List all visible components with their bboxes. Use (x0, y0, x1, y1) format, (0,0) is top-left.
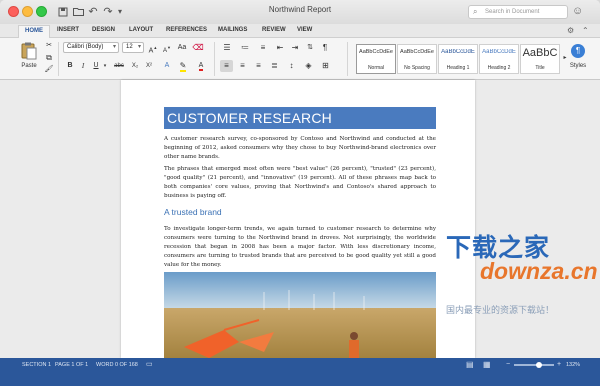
style-label: Heading 2 (487, 65, 511, 71)
search-placeholder: Search in Document (485, 9, 540, 15)
text-effects-icon[interactable]: A (160, 60, 174, 72)
tab-insert[interactable]: INSERT (57, 27, 79, 33)
borders-icon[interactable]: ⊞ (319, 60, 332, 72)
settings-gear-icon[interactable]: ⚙ (567, 26, 574, 35)
word-window: ↶ ↷ ▾ Northwind Report ⌕ Search in Docum… (0, 0, 600, 386)
underline-dropdown-icon[interactable]: ▾ (101, 60, 109, 72)
subscript-icon[interactable]: X₂ (129, 60, 141, 72)
tab-review[interactable]: REVIEW (262, 27, 286, 33)
font-name-select[interactable]: Calibri (Body) (63, 42, 119, 53)
section-indicator[interactable]: SECTION 1 (22, 358, 51, 372)
style-heading-2[interactable]: AaBbCcDdE Heading 2 (479, 44, 519, 74)
tab-view[interactable]: VIEW (297, 27, 312, 33)
tab-home[interactable]: HOME (18, 25, 50, 39)
paragraph-3[interactable]: To investigate longer-term trends, we ag… (164, 225, 436, 270)
style-heading-1[interactable]: AaBbCcDdE Heading 1 (438, 44, 478, 74)
styles-pane-label[interactable]: Styles (566, 60, 590, 72)
watermark-slogan: 国内最专业的资源下载站！ (446, 305, 555, 315)
zoom-slider-thumb[interactable] (536, 362, 542, 368)
tab-design[interactable]: DESIGN (92, 27, 115, 33)
zoom-level[interactable]: 132% (566, 358, 580, 372)
highlight-icon[interactable]: ✎ (176, 60, 190, 72)
web-layout-view-icon[interactable]: ▦ (483, 358, 491, 372)
justify-icon[interactable]: ≣ (268, 60, 281, 72)
tab-mailings[interactable]: MAILINGS (218, 27, 247, 33)
paragraph-2[interactable]: The phrases that emerged most often were… (164, 165, 436, 201)
status-bar: SECTION 1 PAGE 1 OF 1 WORD 0 OF 168 ▭ ▤ … (0, 358, 600, 372)
style-title[interactable]: AaBbC Title (520, 44, 560, 74)
kite-photo[interactable] (164, 272, 436, 358)
feedback-smiley-icon[interactable]: ☺ (572, 5, 583, 17)
increase-indent-icon[interactable]: ⇥ (289, 42, 301, 54)
bold-icon[interactable]: B (65, 60, 75, 72)
format-painter-icon[interactable]: 🖌 (43, 64, 55, 76)
style-label: Normal (367, 65, 385, 71)
font-color-icon[interactable]: A (194, 60, 208, 72)
divider (58, 42, 59, 76)
paste-label[interactable]: Paste (18, 60, 40, 72)
divider (347, 42, 348, 76)
underline-icon[interactable]: U (91, 60, 101, 72)
copy-icon[interactable]: ⧉ (43, 52, 55, 64)
subheading-trusted-brand[interactable]: A trusted brand (164, 207, 222, 217)
ribbon-tabs: HOME INSERT DESIGN LAYOUT REFERENCES MAI… (0, 24, 600, 39)
tab-references[interactable]: REFERENCES (166, 27, 207, 33)
tab-layout[interactable]: LAYOUT (129, 27, 153, 33)
paragraph-1[interactable]: A customer research survey, co-sponsored… (164, 135, 436, 162)
proofing-book-icon[interactable]: ▭ (146, 358, 153, 372)
line-spacing-icon[interactable]: ↕ (285, 60, 298, 72)
zoom-out-icon[interactable]: − (506, 358, 510, 372)
superscript-icon[interactable]: X² (143, 60, 155, 72)
window-bottom-edge (0, 372, 600, 386)
align-center-icon[interactable]: ≡ (236, 60, 249, 72)
shrink-font-icon[interactable]: A▼ (161, 42, 173, 54)
cut-icon[interactable]: ✂ (43, 40, 55, 52)
style-preview: AaBbC (522, 47, 558, 59)
align-left-icon[interactable]: ≡ (220, 60, 233, 72)
search-icon: ⌕ (473, 7, 478, 16)
style-preview: AaBbCcDdEe (359, 49, 393, 55)
strikethrough-icon[interactable]: abc (112, 60, 126, 72)
page-indicator[interactable]: PAGE 1 OF 1 (55, 358, 88, 372)
change-case-icon[interactable]: Aa (175, 42, 189, 54)
font-size-select[interactable]: 12 (122, 42, 144, 53)
search-document-input[interactable]: ⌕ Search in Document (468, 5, 568, 19)
bullets-icon[interactable]: ☰ (220, 42, 234, 54)
zoom-in-icon[interactable]: + (557, 358, 561, 372)
home-ribbon: Paste ✂ ⧉ 🖌 Calibri (Body) 12 A▲ A▼ Aa ⌫… (0, 38, 600, 80)
italic-icon[interactable]: I (78, 60, 88, 72)
style-label: No Spacing (404, 65, 430, 71)
word-count[interactable]: WORD 0 OF 168 (96, 358, 138, 372)
clear-formatting-icon[interactable]: ⌫ (191, 42, 205, 54)
multilevel-list-icon[interactable]: ≡ (256, 42, 270, 54)
style-label: Heading 1 (446, 65, 470, 71)
style-normal[interactable]: AaBbCcDdEe Normal (356, 44, 396, 74)
document-canvas[interactable]: CUSTOMER RESEARCH A customer research su… (0, 80, 600, 358)
title-bar: ↶ ↷ ▾ Northwind Report ⌕ Search in Docum… (0, 0, 600, 24)
numbering-icon[interactable]: ≔ (238, 42, 252, 54)
shading-icon[interactable]: ◈ (302, 60, 315, 72)
grow-font-icon[interactable]: A▲ (147, 42, 159, 54)
style-no-spacing[interactable]: AaBbCcDdEe No Spacing (397, 44, 437, 74)
show-formatting-icon[interactable]: ¶ (319, 42, 331, 54)
styles-pane-icon[interactable]: ¶ (571, 44, 585, 58)
style-preview: AaBbCcDdE (441, 49, 475, 55)
align-right-icon[interactable]: ≡ (252, 60, 265, 72)
style-preview: AaBbCcDdE (482, 49, 516, 55)
style-preview: AaBbCcDdEe (400, 49, 434, 55)
document-page[interactable]: CUSTOMER RESEARCH A customer research su… (121, 80, 475, 358)
divider (214, 42, 215, 76)
style-label: Title (535, 65, 545, 71)
document-heading[interactable]: CUSTOMER RESEARCH (164, 107, 436, 129)
sort-icon[interactable]: ⇅ (304, 42, 316, 54)
zoom-slider[interactable] (514, 364, 554, 366)
decrease-indent-icon[interactable]: ⇤ (274, 42, 286, 54)
paste-icon[interactable] (20, 42, 38, 60)
collapse-ribbon-icon[interactable]: ⌃ (582, 26, 589, 35)
print-layout-view-icon[interactable]: ▤ (466, 358, 474, 372)
watermark-domain: downza.cn (480, 258, 598, 284)
